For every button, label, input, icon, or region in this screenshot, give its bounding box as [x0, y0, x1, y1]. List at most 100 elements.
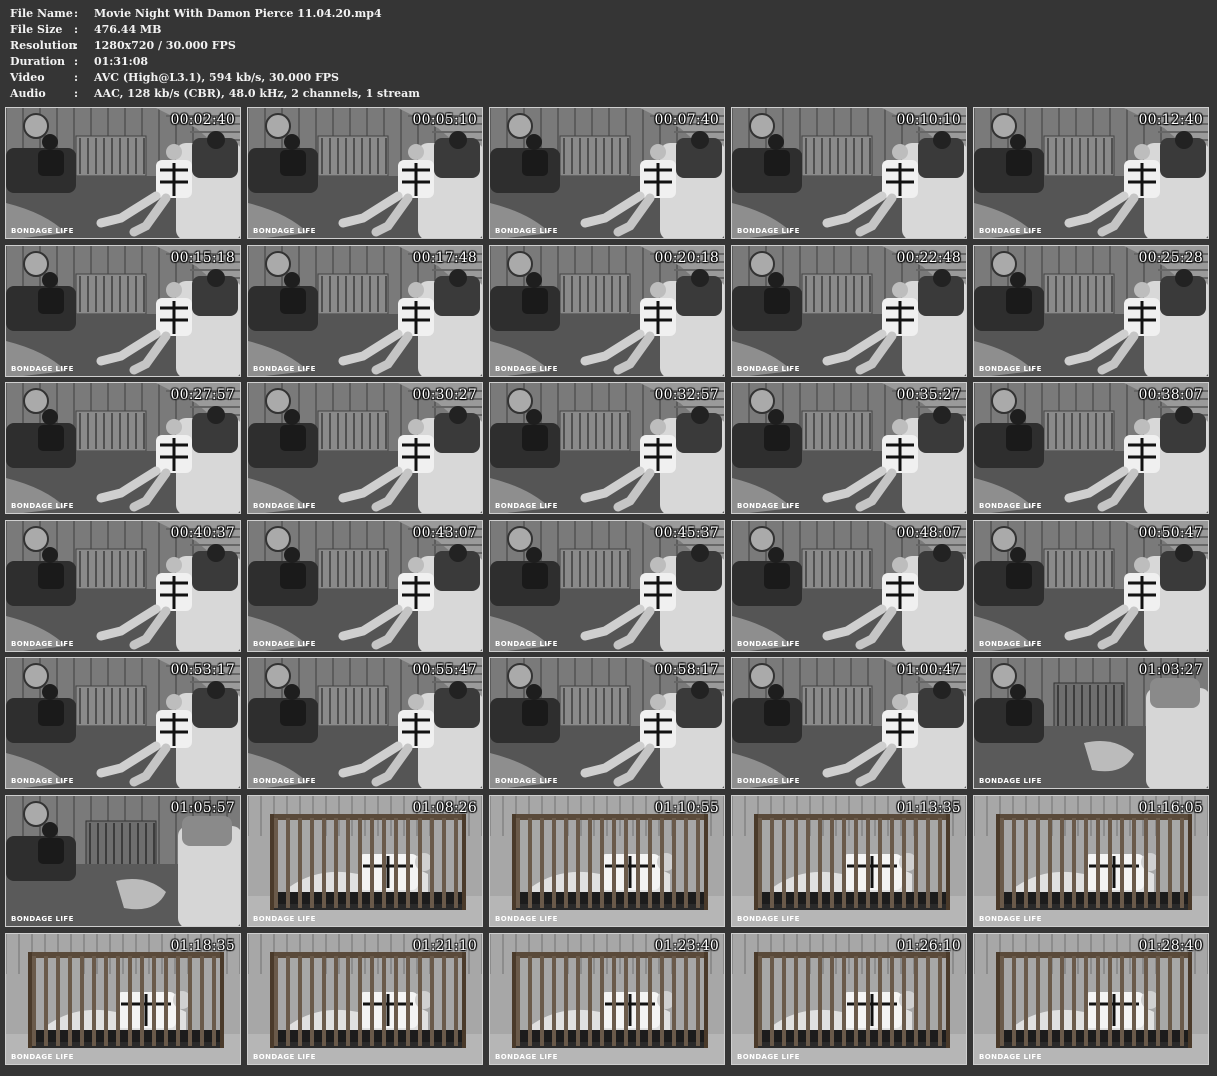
thumbnail-timestamp: 00:27:57 [170, 387, 235, 404]
thumbnail-timestamp: 01:18:35 [170, 937, 235, 954]
thumbnail-timestamp: 01:16:05 [1138, 799, 1203, 816]
thumbnail-timestamp: 00:15:18 [170, 249, 235, 266]
thumbnail: 00:40:37 BONDAGE LIFE [5, 519, 241, 652]
watermark-logo: BONDAGE LIFE [979, 639, 1042, 648]
thumbnail: 01:23:40 BONDAGE LIFE [489, 932, 725, 1065]
watermark-logo: BONDAGE LIFE [979, 227, 1042, 235]
watermark-logo: BONDAGE LIFE [979, 914, 1042, 923]
thumbnail-timestamp: 01:23:40 [654, 937, 719, 954]
thumbnail-timestamp: 01:21:10 [412, 937, 477, 954]
info-key: Video [10, 71, 45, 84]
info-key: Resolution [10, 39, 77, 52]
thumbnail: 00:12:40 BONDAGE LIFE [973, 107, 1209, 239]
thumbnail: 00:35:27 BONDAGE LIFE [731, 382, 967, 515]
thumbnail-timestamp: 00:22:48 [896, 249, 961, 266]
info-separator: : [74, 23, 79, 36]
watermark-logo: BONDAGE LIFE [737, 639, 800, 648]
thumbnail-timestamp: 00:48:07 [896, 524, 961, 541]
watermark-logo: BONDAGE LIFE [11, 639, 74, 648]
thumbnail-timestamp: 00:45:37 [654, 524, 719, 541]
thumbnail: 01:21:10 BONDAGE LIFE [247, 932, 483, 1065]
info-separator: : [74, 71, 79, 84]
watermark-logo: BONDAGE LIFE [737, 502, 800, 511]
info-key: File Name [10, 7, 73, 20]
thumbnail: 00:22:48 BONDAGE LIFE [731, 244, 967, 377]
info-separator: : [74, 7, 79, 20]
thumbnail: 01:18:35 BONDAGE LIFE [5, 932, 241, 1065]
thumbnail: 00:43:07 BONDAGE LIFE [247, 519, 483, 652]
info-row: Audio: AAC, 128 kb/s (CBR), 48.0 kHz, 2 c… [10, 86, 420, 102]
watermark-logo: BONDAGE LIFE [737, 777, 800, 786]
info-separator: : [74, 55, 79, 68]
thumbnail-timestamp: 00:05:10 [412, 112, 477, 128]
watermark-logo: BONDAGE LIFE [253, 777, 316, 786]
info-row: Video: AVC (High@L3.1), 594 kb/s, 30.000 … [10, 70, 420, 86]
thumbnail-timestamp: 00:35:27 [896, 387, 961, 404]
watermark-logo: BONDAGE LIFE [979, 1052, 1042, 1061]
thumbnail-timestamp: 00:20:18 [654, 249, 719, 266]
thumbnail-timestamp: 00:25:28 [1138, 249, 1203, 266]
watermark-logo: BONDAGE LIFE [979, 502, 1042, 511]
thumbnail: 01:13:35 BONDAGE LIFE [731, 794, 967, 927]
watermark-logo: BONDAGE LIFE [737, 364, 800, 373]
watermark-logo: BONDAGE LIFE [253, 1052, 316, 1061]
thumbnail: 00:38:07 BONDAGE LIFE [973, 382, 1209, 515]
thumbnail: 00:02:40 BONDAGE LIFE [5, 107, 241, 239]
thumbnail: 01:26:10 BONDAGE LIFE [731, 932, 967, 1065]
info-row: File Size: 476.44 MB [10, 22, 420, 38]
watermark-logo: BONDAGE LIFE [737, 914, 800, 923]
info-row: Resolution: 1280x720 / 30.000 FPS [10, 38, 420, 54]
thumbnail-timestamp: 00:17:48 [412, 249, 477, 266]
info-row: Duration: 01:31:08 [10, 54, 420, 70]
thumbnail: 00:27:57 BONDAGE LIFE [5, 382, 241, 515]
thumbnail-timestamp: 00:58:17 [654, 662, 719, 679]
thumbnail: 01:08:26 BONDAGE LIFE [247, 794, 483, 927]
watermark-logo: BONDAGE LIFE [11, 502, 74, 511]
watermark-logo: BONDAGE LIFE [495, 1052, 558, 1061]
thumbnail-timestamp: 01:26:10 [896, 937, 961, 954]
thumbnail-timestamp: 00:30:27 [412, 387, 477, 404]
watermark-logo: BONDAGE LIFE [737, 1052, 800, 1061]
watermark-logo: BONDAGE LIFE [253, 502, 316, 511]
watermark-logo: BONDAGE LIFE [495, 914, 558, 923]
info-key: Audio [10, 87, 46, 100]
thumbnail: 00:17:48 BONDAGE LIFE [247, 244, 483, 377]
thumbnail-timestamp: 00:50:47 [1138, 524, 1203, 541]
watermark-logo: BONDAGE LIFE [11, 1052, 74, 1061]
watermark-logo: BONDAGE LIFE [253, 227, 316, 235]
thumbnail-timestamp: 00:07:40 [654, 112, 719, 128]
thumbnail: 01:00:47 BONDAGE LIFE [731, 657, 967, 790]
watermark-logo: BONDAGE LIFE [11, 914, 74, 923]
thumbnail: 01:03:27 BONDAGE LIFE [973, 657, 1209, 790]
thumbnail: 00:10:10 BONDAGE LIFE [731, 107, 967, 239]
info-key: File Size [10, 23, 63, 36]
thumbnail: 00:58:17 BONDAGE LIFE [489, 657, 725, 790]
thumbnail: 00:20:18 BONDAGE LIFE [489, 244, 725, 377]
thumbnail-timestamp: 00:32:57 [654, 387, 719, 404]
thumbnail: 00:32:57 BONDAGE LIFE [489, 382, 725, 515]
thumbnail: 00:07:40 BONDAGE LIFE [489, 107, 725, 239]
info-row: File Name: Movie Night With Damon Pierce … [10, 6, 420, 22]
info-value: AAC, 128 kb/s (CBR), 48.0 kHz, 2 channel… [94, 87, 420, 100]
thumbnail: 00:48:07 BONDAGE LIFE [731, 519, 967, 652]
thumbnail: 01:05:57 BONDAGE LIFE [5, 794, 241, 927]
watermark-logo: BONDAGE LIFE [253, 639, 316, 648]
watermark-logo: BONDAGE LIFE [495, 777, 558, 786]
thumbnail-timestamp: 00:53:17 [170, 662, 235, 679]
thumbnail: 00:50:47 BONDAGE LIFE [973, 519, 1209, 652]
thumbnail-timestamp: 00:43:07 [412, 524, 477, 541]
thumbnail-timestamp: 01:10:55 [654, 799, 719, 816]
thumbnail-timestamp: 00:02:40 [170, 112, 235, 128]
thumbnail-timestamp: 01:03:27 [1138, 662, 1203, 679]
watermark-logo: BONDAGE LIFE [979, 777, 1042, 786]
watermark-logo: BONDAGE LIFE [979, 364, 1042, 373]
info-value: AVC (High@L3.1), 594 kb/s, 30.000 FPS [94, 71, 339, 84]
thumbnail: 01:28:40 BONDAGE LIFE [973, 932, 1209, 1065]
thumbnail: 00:15:18 BONDAGE LIFE [5, 244, 241, 377]
info-key: Duration [10, 55, 66, 68]
thumbnail: 00:53:17 BONDAGE LIFE [5, 657, 241, 790]
watermark-logo: BONDAGE LIFE [253, 914, 316, 923]
thumbnail-timestamp: 00:10:10 [896, 112, 961, 128]
thumbnail: 00:45:37 BONDAGE LIFE [489, 519, 725, 652]
thumbnail-timestamp: 01:13:35 [896, 799, 961, 816]
